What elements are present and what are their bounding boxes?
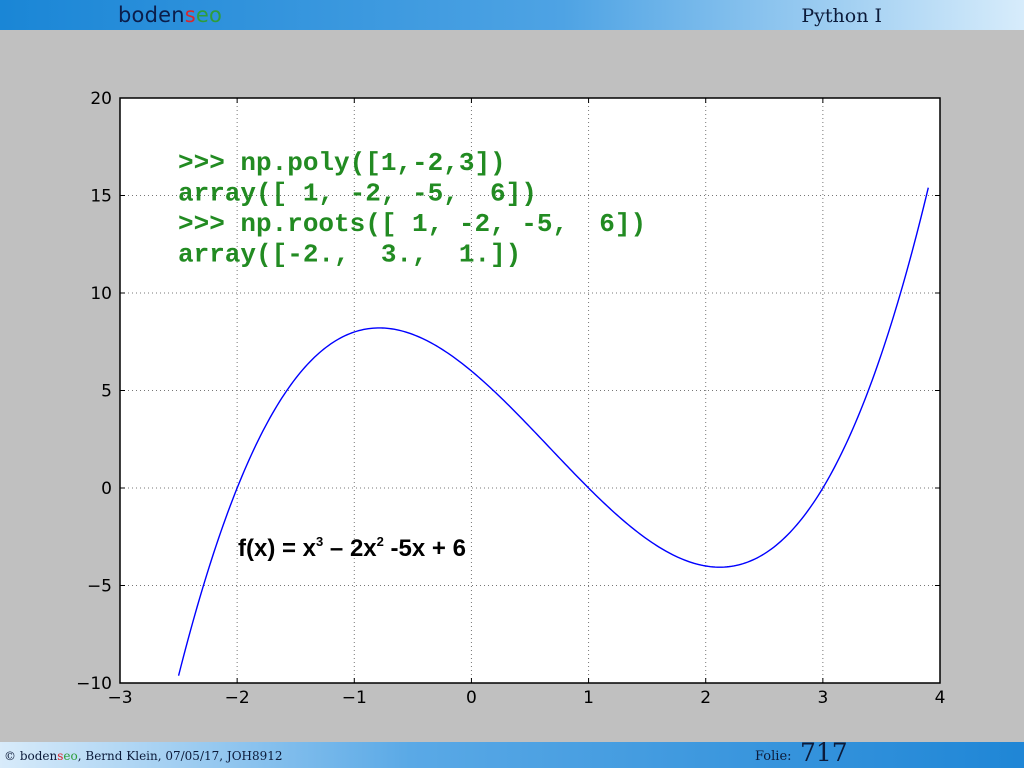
formula-exponent: 3	[316, 534, 323, 549]
formula-label: f(x) = x3 – 2x2 -5x + 6	[238, 534, 466, 562]
code-line: >>> np.roots([ 1, -2, -5, 6])	[178, 209, 646, 239]
code-line: array([-2., 3., 1.])	[178, 240, 521, 270]
y-tick-label: 20	[90, 89, 112, 109]
footer-credit: © bodenseo, Bernd Klein, 07/05/17, JOH89…	[4, 749, 283, 763]
y-tick-label: 0	[101, 479, 112, 499]
code-line: >>> np.poly([1,-2,3])	[178, 148, 506, 178]
x-tick-label: −1	[342, 688, 367, 708]
polynomial-chart: −3 −2 −1 0 1 2 3 4−10−505101520 >>> np.poly([1,…	[76, 89, 946, 708]
y-tick-label: −10	[76, 674, 112, 694]
x-tick-label: 0	[466, 688, 477, 708]
y-tick-label: 15	[90, 187, 112, 207]
footer-logo-eo: eo	[63, 749, 78, 763]
footer-logo-boden: boden	[19, 749, 58, 763]
x-tick-label: −2	[225, 688, 250, 708]
y-tick-label: 10	[90, 284, 112, 304]
footer-credit-text: , Bernd Klein, 07/05/17, JOH8912	[77, 749, 283, 763]
y-tick-label: 5	[101, 382, 112, 402]
formula-part: -5x + 6	[384, 535, 466, 562]
code-line: array([ 1, -2, -5, 6])	[178, 179, 537, 209]
x-tick-label: 3	[817, 688, 828, 708]
x-tick-label: 2	[700, 688, 711, 708]
y-tick-label: −5	[87, 577, 112, 597]
x-tick-label: 4	[935, 688, 946, 708]
formula-part: f(x) = x	[238, 535, 317, 562]
slide-label: Folie:	[755, 749, 792, 764]
x-tick-label: 1	[583, 688, 594, 708]
formula-exponent: 2	[377, 534, 384, 549]
slide-number: 717	[800, 738, 848, 767]
formula-part: – 2x	[323, 535, 377, 562]
copyright-symbol: ©	[4, 749, 16, 763]
